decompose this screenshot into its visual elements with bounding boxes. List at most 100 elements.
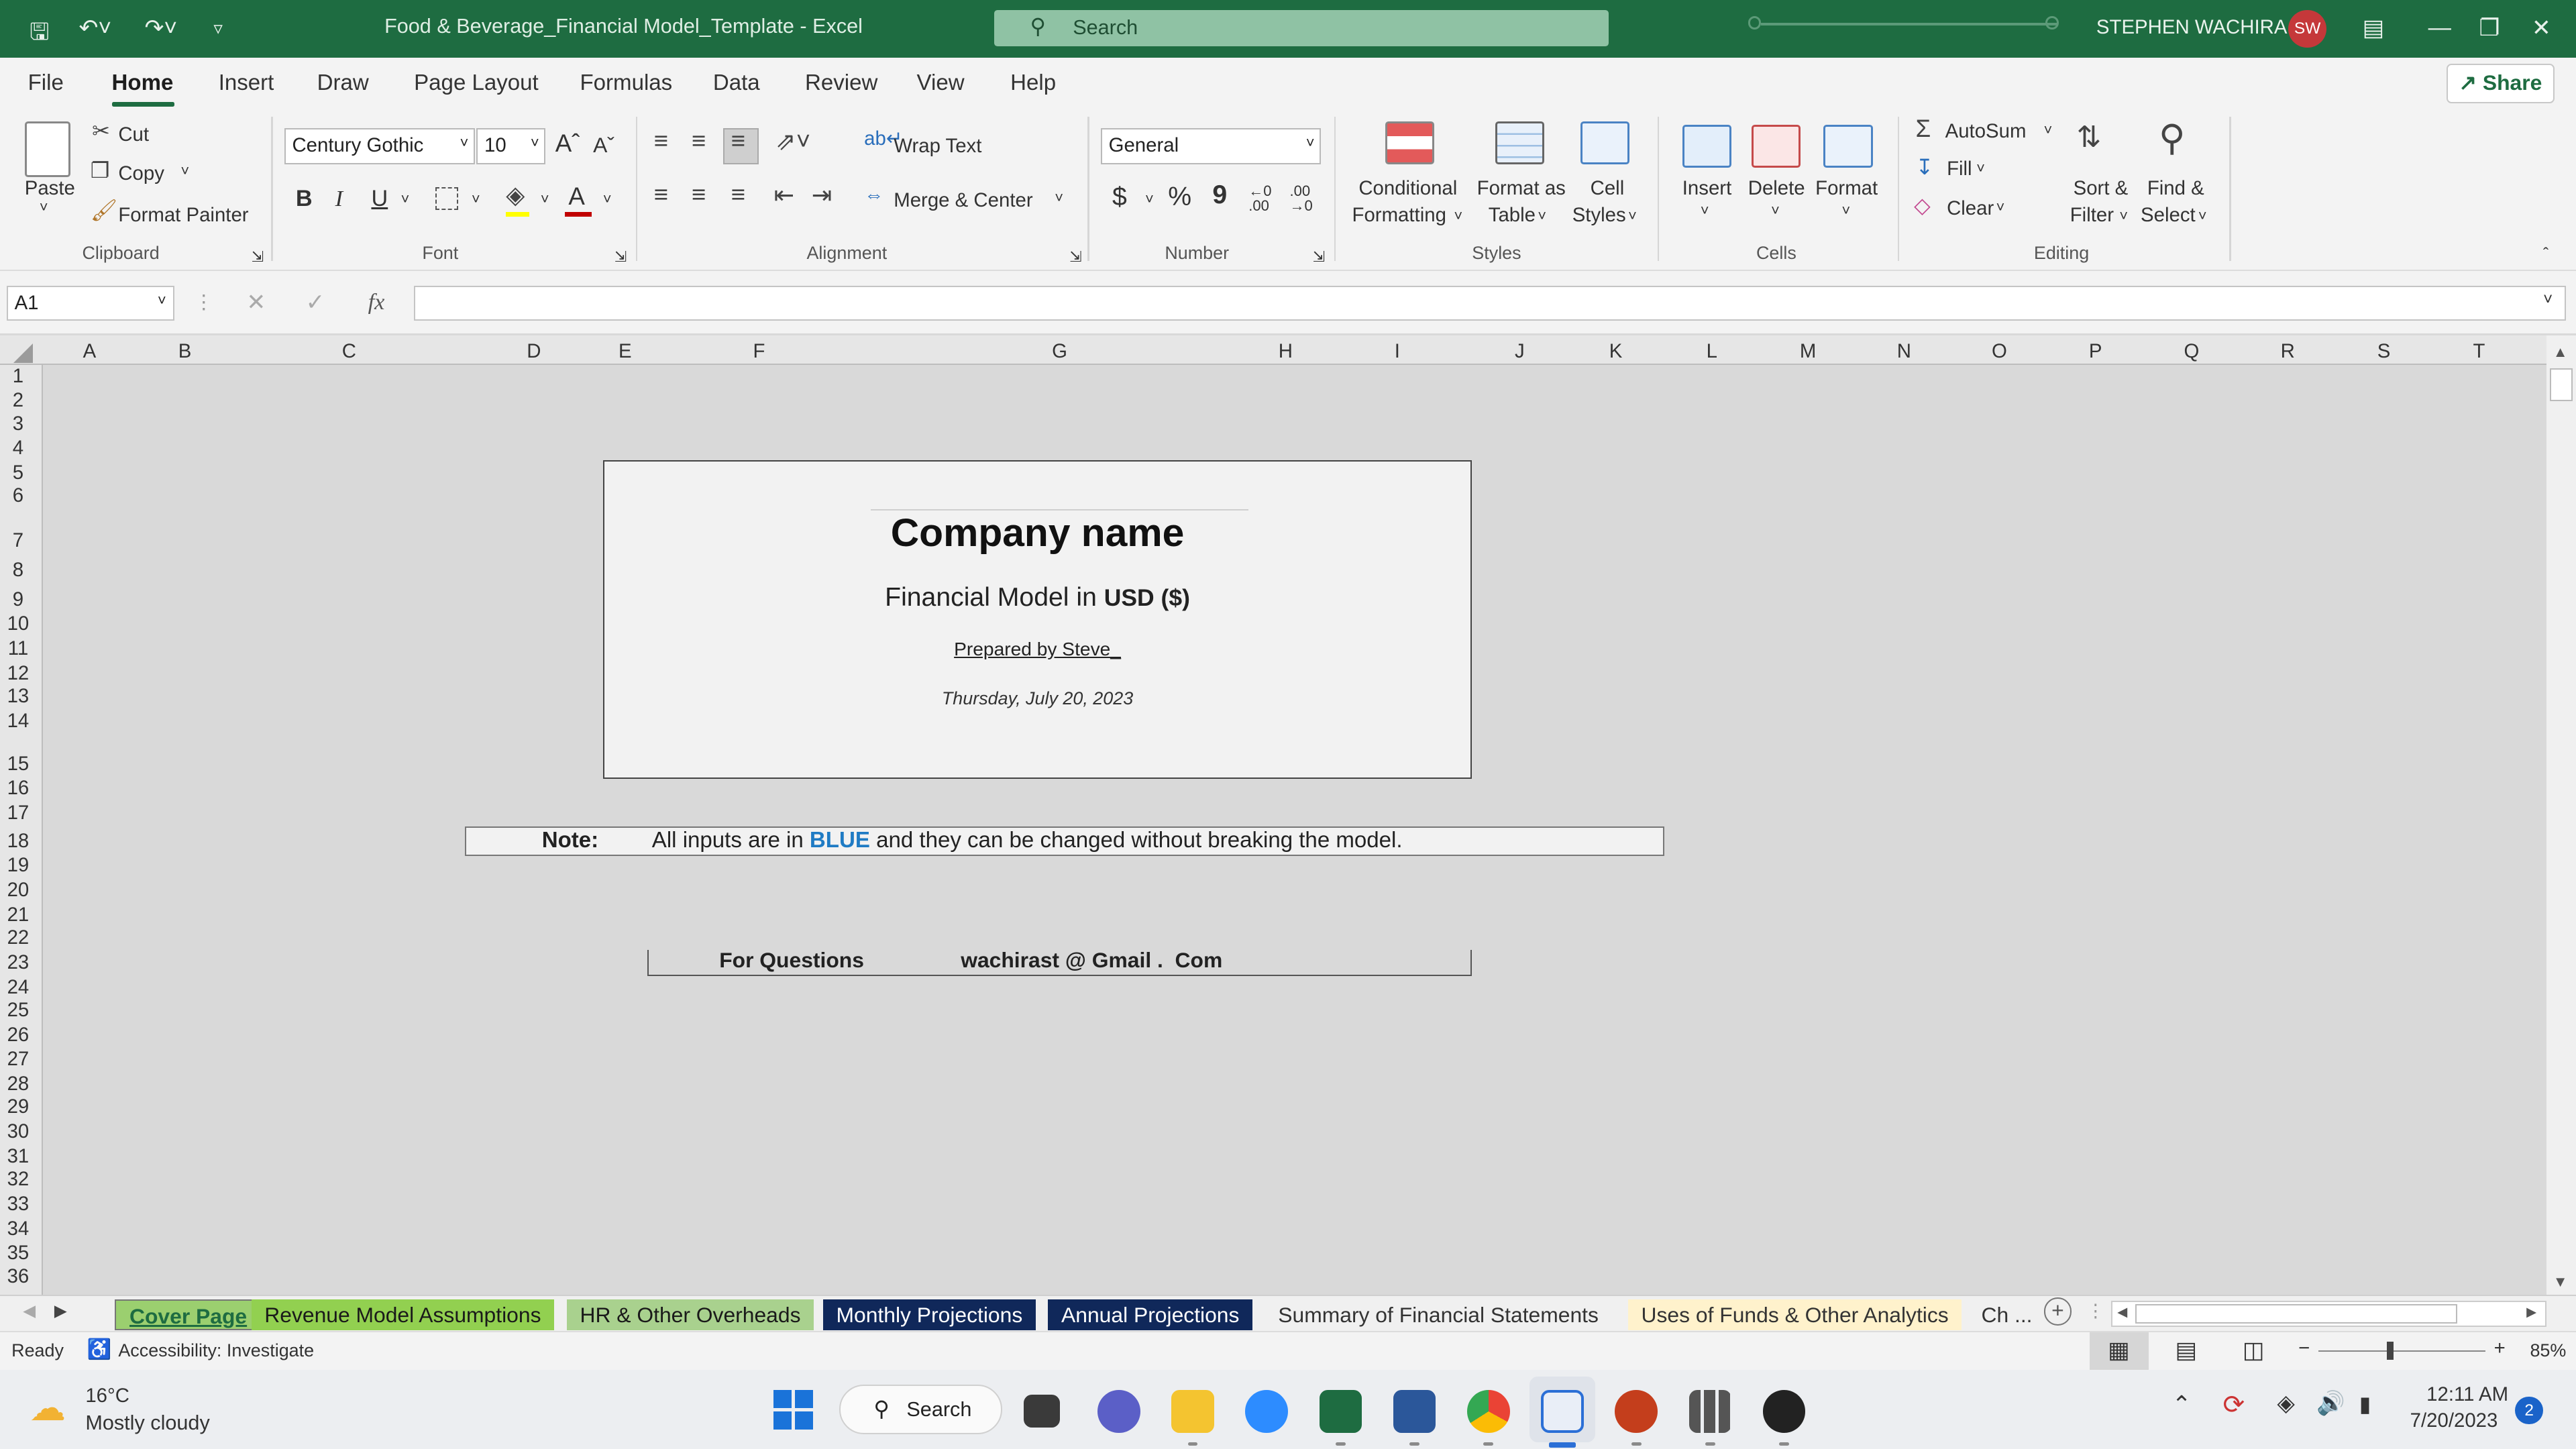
formula-input[interactable] [414,286,2567,321]
column-header[interactable]: A [43,340,137,363]
row-header[interactable]: 8 [0,559,36,582]
chevron-down-icon[interactable]: ˅ [472,191,480,208]
conditional-formatting-icon[interactable] [1385,121,1434,164]
tab-review[interactable]: Review [805,70,877,96]
clock-date[interactable]: 7/20/2023 [2410,1409,2498,1432]
chevron-up-icon[interactable]: ⌃ [2172,1391,2192,1418]
add-sheet-icon[interactable]: + [2043,1297,2072,1326]
paste-button[interactable]: Paste [25,177,75,200]
row-header[interactable]: 12 [0,662,36,685]
delete-cells-icon[interactable] [1751,125,1801,168]
row-header[interactable]: 19 [0,854,36,877]
clear-button[interactable]: Clear [1947,197,1994,220]
orientation-icon[interactable]: ⇗˅ [775,127,810,156]
row-header[interactable]: 1 [0,365,36,388]
row-header[interactable]: 15 [0,753,36,775]
note-text[interactable]: All inputs are in BLUE and they can be c… [652,828,1403,853]
column-header[interactable]: L [1664,340,1760,363]
scroll-left-icon[interactable]: ◀ [2117,1304,2127,1320]
row-header[interactable]: 25 [0,999,36,1022]
scroll-thumb[interactable] [2549,368,2573,401]
comma-button[interactable]: 9 [1212,180,1227,210]
share-button[interactable]: ↗ Share [2446,64,2555,104]
align-middle-icon[interactable]: ≡ [692,127,706,155]
chevron-down-icon[interactable]: ˅ [1628,207,1637,225]
column-header[interactable]: E [603,340,647,363]
column-header[interactable]: T [2432,340,2527,363]
borders-icon[interactable] [435,187,459,211]
questions-label[interactable]: For Questions [719,948,864,973]
calculator-icon[interactable] [1688,1389,1732,1433]
column-header[interactable]: G [871,340,1248,363]
excel-icon[interactable] [1319,1389,1362,1433]
find-select-icon[interactable]: ⚲ [2159,117,2185,159]
chevron-down-icon[interactable]: ˅ [2044,121,2053,139]
row-header[interactable]: 31 [0,1145,36,1168]
cell-styles-icon[interactable] [1580,121,1630,164]
fill-color-icon[interactable]: ◈ [506,180,525,209]
cell-styles-label-2[interactable]: Styles [1572,204,1626,227]
row-header[interactable]: 3 [0,413,36,435]
font-size-select[interactable]: 10 ˅ [476,128,546,164]
sheet-tab-more[interactable]: Ch ... [1974,1299,2039,1331]
row-header[interactable]: 10 [0,612,36,635]
wifi-icon[interactable]: ◈ [2277,1390,2294,1417]
teams-icon[interactable] [1097,1389,1140,1433]
number-format-select[interactable]: General ˅ [1100,128,1321,164]
merge-center-button[interactable]: Merge & Center [894,189,1032,212]
dialog-launcher-icon[interactable]: ⇲ [614,248,627,266]
align-center-icon[interactable]: ≡ [692,180,706,209]
sheet-tab-cover-page[interactable]: Cover Page [115,1299,262,1331]
name-box[interactable]: A1 ˅ [6,286,174,321]
zoom-slider[interactable] [2318,1350,2486,1352]
zoom-icon[interactable] [1245,1389,1288,1433]
prev-sheet-icon[interactable]: ◀ [23,1301,36,1321]
dialog-launcher-icon[interactable]: ⇲ [252,248,264,266]
tab-home[interactable]: Home [112,70,174,96]
tab-insert[interactable]: Insert [219,70,274,96]
page-break-icon[interactable]: ◫ [2243,1337,2264,1364]
sheet-tab-summary-financials[interactable]: Summary of Financial Statements [1265,1299,1612,1331]
chevron-down-icon[interactable]: ˅ [1841,202,1850,219]
collapse-ribbon-icon[interactable]: ˆ [2543,245,2548,264]
dialog-launcher-icon[interactable]: ⇲ [1313,248,1325,266]
decrease-decimal-icon[interactable]: .00 →0 [1289,184,1312,213]
sort-filter-label[interactable]: Sort & [2074,177,2129,200]
chevron-down-icon[interactable]: ˅ [2198,207,2207,225]
chevron-down-icon[interactable]: ˅ [1701,202,1709,219]
row-header[interactable]: 16 [0,777,36,800]
chevron-down-icon[interactable]: ˅ [541,191,549,208]
chevron-down-icon[interactable]: ˅ [1996,199,2005,216]
chrome-icon[interactable] [1466,1389,1510,1433]
align-left-icon[interactable]: ≡ [654,180,668,209]
zoom-out-icon[interactable]: − [2298,1337,2310,1360]
row-header[interactable]: 5 [0,462,36,484]
format-painter-button[interactable]: Format Painter [118,204,248,227]
sheet-tab-hr-overheads[interactable]: HR & Other Overheads [566,1299,814,1331]
expand-formula-icon[interactable]: ˅ [2543,290,2553,309]
cut-button[interactable]: Cut [118,123,149,146]
insert-cells-icon[interactable] [1682,125,1732,168]
column-header[interactable]: P [2047,340,2143,363]
cell-styles-label[interactable]: Cell [1591,177,1625,200]
column-header[interactable]: R [2239,340,2336,363]
volume-icon[interactable]: 🔊 [2316,1390,2345,1417]
column-header[interactable]: Q [2144,340,2239,363]
weather-condition[interactable]: Mostly cloudy [85,1411,209,1435]
chevron-down-icon[interactable]: ˅ [1145,191,1154,208]
enter-icon[interactable]: ✓ [306,289,325,316]
model-currency-line[interactable]: Financial Model in USD ($) [604,583,1471,612]
format-as-table-icon[interactable] [1495,121,1545,164]
row-header[interactable]: 35 [0,1242,36,1265]
align-right-icon[interactable]: ≡ [731,180,745,209]
customize-qat-icon[interactable]: ▿ [213,18,223,39]
scroll-up-icon[interactable]: ▲ [2553,343,2568,361]
row-header[interactable]: 21 [0,904,36,926]
next-sheet-icon[interactable]: ▶ [54,1301,67,1321]
zoom-in-icon[interactable]: + [2494,1337,2506,1360]
weather-icon[interactable]: ☁ [30,1387,66,1429]
scroll-right-icon[interactable]: ▶ [2526,1304,2536,1320]
row-header[interactable]: 24 [0,976,36,999]
underline-button[interactable]: U [371,186,388,212]
row-header[interactable]: 29 [0,1095,36,1118]
